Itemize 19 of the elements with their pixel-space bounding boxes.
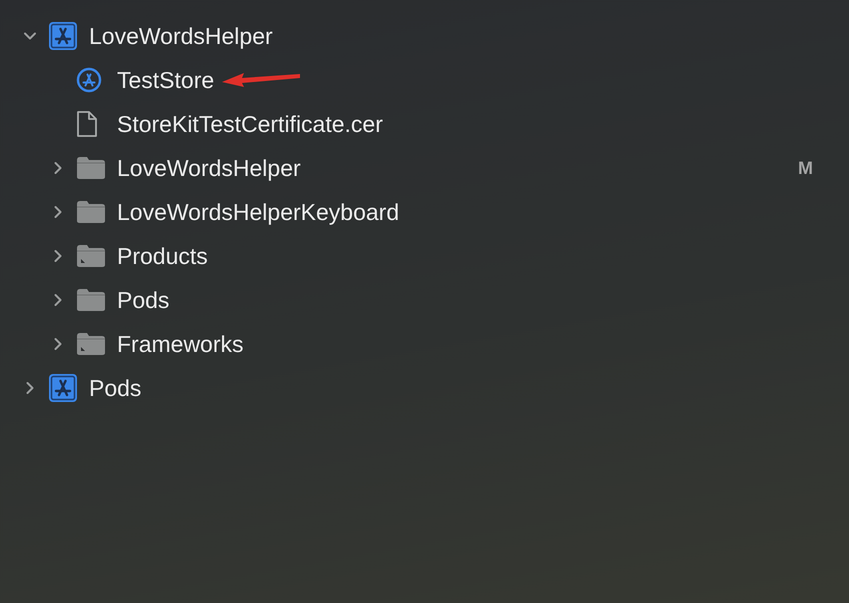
- item-label[interactable]: Pods: [117, 286, 170, 314]
- item-label[interactable]: StoreKitTestCertificate.cer: [117, 110, 383, 138]
- item-label[interactable]: Pods: [89, 374, 142, 402]
- folder-icon: [76, 288, 106, 312]
- item-label[interactable]: LoveWordsHelper: [117, 154, 301, 182]
- item-label[interactable]: LoveWordsHelperKeyboard: [117, 198, 400, 226]
- project-icon: [48, 21, 78, 51]
- document-icon: [76, 110, 98, 138]
- folder-icon: [76, 200, 106, 224]
- project-icon: [48, 373, 78, 403]
- item-label[interactable]: TestStore: [117, 66, 214, 94]
- folder-icon: [76, 156, 106, 180]
- folder-icon: [76, 332, 106, 356]
- source-control-status: M: [798, 158, 813, 178]
- storekit-icon: [76, 67, 102, 93]
- item-label[interactable]: Frameworks: [117, 330, 244, 358]
- folder-icon: [76, 244, 106, 268]
- item-label[interactable]: Products: [117, 242, 208, 270]
- item-label[interactable]: LoveWordsHelper: [89, 22, 273, 50]
